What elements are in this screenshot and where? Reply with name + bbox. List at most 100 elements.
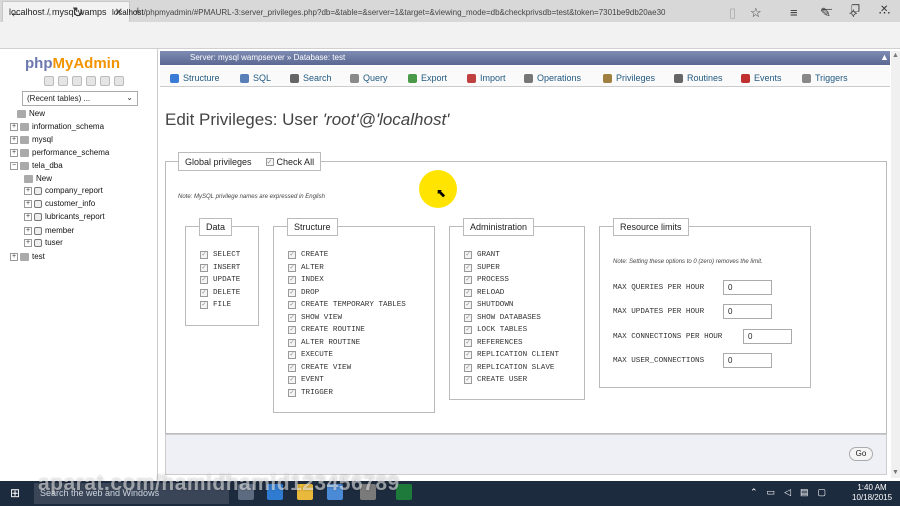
privilege-checkbox[interactable]: ✓ (200, 251, 208, 259)
privilege-checkbox-row[interactable]: ✓ EXECUTE (288, 351, 333, 359)
privilege-checkbox[interactable]: ✓ (200, 276, 208, 284)
privilege-checkbox-row[interactable]: ✓ TRIGGER (288, 388, 333, 397)
expand-icon[interactable]: + (10, 122, 18, 131)
privilege-checkbox-row[interactable]: ✓ CREATE USER (464, 376, 527, 384)
privilege-checkbox-row[interactable]: ✓ FILE (200, 301, 231, 309)
tree-item[interactable]: + tuser (24, 238, 63, 247)
tab-import[interactable]: Import (467, 73, 506, 83)
notifications-icon[interactable]: ▢ (818, 487, 827, 498)
privilege-checkbox[interactable]: ✓ (464, 376, 472, 384)
privilege-checkbox-row[interactable]: ✓ INDEX (288, 276, 324, 284)
privilege-checkbox-row[interactable]: ✓ ALTER (288, 263, 324, 272)
page-scrollbar[interactable] (891, 51, 900, 478)
scroll-down-icon[interactable]: ▼ (892, 469, 899, 476)
privilege-checkbox[interactable]: ✓ (288, 363, 296, 372)
tab-sql[interactable]: SQL (240, 73, 271, 83)
tree-item[interactable]: New (17, 109, 45, 118)
expand-icon[interactable]: + (10, 148, 18, 157)
privilege-checkbox[interactable]: ✓ (464, 276, 472, 284)
privilege-checkbox-row[interactable]: ✓ CREATE TEMPORARY TABLES (288, 301, 406, 309)
back-icon[interactable]: ← (9, 4, 23, 20)
tab-search[interactable]: Search (290, 73, 332, 83)
check-all-toggle[interactable]: ✓ Check All (265, 157, 314, 167)
privilege-checkbox[interactable]: ✓ (288, 388, 296, 397)
tree-item[interactable]: − tela_dba (10, 161, 63, 170)
tree-item[interactable]: + information_schema (10, 122, 104, 131)
privilege-checkbox[interactable]: ✓ (200, 288, 208, 297)
privilege-checkbox[interactable]: ✓ (464, 351, 472, 359)
collapse-icon[interactable]: − (10, 161, 18, 170)
tab-routines[interactable]: Routines (674, 73, 723, 83)
hub-icon[interactable]: ≡ (790, 5, 798, 20)
privilege-checkbox-row[interactable]: ✓ RELOAD (464, 288, 504, 297)
privilege-checkbox[interactable]: ✓ (288, 263, 296, 272)
privilege-checkbox[interactable]: ✓ (464, 363, 472, 372)
privilege-checkbox-row[interactable]: ✓ GRANT (464, 251, 500, 259)
privilege-checkbox-row[interactable]: ✓ PROCESS (464, 276, 509, 284)
privilege-checkbox[interactable]: ✓ (288, 326, 296, 334)
expand-icon[interactable]: + (24, 186, 32, 195)
resource-limit-input[interactable]: 0 (723, 353, 772, 368)
expand-icon[interactable]: + (24, 212, 32, 221)
privilege-checkbox[interactable]: ✓ (288, 288, 296, 297)
privilege-checkbox-row[interactable]: ✓ REFERENCES (464, 338, 523, 347)
settings-icon[interactable] (100, 76, 110, 86)
privilege-checkbox-row[interactable]: ✓ SUPER (464, 263, 500, 272)
privilege-checkbox[interactable]: ✓ (288, 276, 296, 284)
privilege-checkbox-row[interactable]: ✓ LOCK TABLES (464, 326, 527, 334)
collapse-icon[interactable]: ▲ (880, 52, 889, 62)
expand-icon[interactable]: + (24, 199, 32, 208)
resource-limit-input[interactable]: 0 (743, 329, 792, 344)
resource-limit-input[interactable]: 0 (723, 280, 772, 295)
phpmyadmin-logo[interactable]: phpMyAdmin (25, 55, 120, 72)
expand-icon[interactable]: + (10, 252, 18, 261)
privilege-checkbox-row[interactable]: ✓ SHOW VIEW (288, 313, 342, 322)
taskbar-clock[interactable]: 1:40 AM 10/18/2015 (852, 483, 892, 503)
tree-item[interactable]: New (24, 174, 52, 183)
privilege-checkbox[interactable]: ✓ (464, 313, 472, 322)
privilege-checkbox-row[interactable]: ✓ SHUTDOWN (464, 301, 513, 309)
check-all-checkbox[interactable]: ✓ (265, 157, 274, 166)
privilege-checkbox-row[interactable]: ✓ REPLICATION CLIENT (464, 351, 559, 359)
privilege-checkbox[interactable]: ✓ (464, 251, 472, 259)
privilege-checkbox[interactable]: ✓ (288, 251, 296, 259)
docs-icon[interactable] (86, 76, 96, 86)
expand-icon[interactable]: + (10, 135, 18, 144)
tab-triggers[interactable]: Triggers (802, 73, 848, 83)
reading-view-icon[interactable]: ▯ (729, 5, 736, 21)
privilege-checkbox-row[interactable]: ✓ DROP (288, 288, 319, 297)
network-icon[interactable]: ▭ (767, 487, 776, 498)
privilege-checkbox-row[interactable]: ✓ UPDATE (200, 276, 240, 284)
logout-icon[interactable] (58, 76, 68, 86)
privilege-checkbox[interactable]: ✓ (200, 301, 208, 309)
recent-tables-select[interactable]: (Recent tables) ... ⌄ (22, 91, 138, 106)
tree-item[interactable]: + lubricants_report (24, 212, 105, 221)
tab-structure[interactable]: Structure (170, 73, 220, 83)
privilege-checkbox-row[interactable]: ✓ DELETE (200, 288, 240, 297)
reload-icon[interactable] (114, 76, 124, 86)
privilege-checkbox-row[interactable]: ✓ INSERT (200, 263, 240, 272)
help-icon[interactable] (72, 76, 82, 86)
privilege-checkbox-row[interactable]: ✓ REPLICATION SLAVE (464, 363, 554, 372)
tab-query[interactable]: Query (350, 73, 388, 83)
privilege-checkbox[interactable]: ✓ (288, 351, 296, 359)
privilege-checkbox[interactable]: ✓ (288, 338, 296, 347)
expand-icon[interactable]: + (24, 226, 32, 235)
volume-icon[interactable]: ◁ (784, 487, 791, 498)
keyboard-icon[interactable]: ▤ (800, 487, 809, 498)
refresh-icon[interactable]: ↻ (72, 4, 84, 21)
address-bar[interactable]: localhost/phpmyadmin/#PMAURL-3:server_pr… (112, 8, 722, 17)
tree-item[interactable]: + customer_info (24, 199, 95, 208)
privilege-checkbox[interactable]: ✓ (288, 376, 296, 384)
go-button[interactable]: Go (849, 447, 873, 461)
privilege-checkbox-row[interactable]: ✓ ALTER ROUTINE (288, 338, 360, 347)
more-icon[interactable]: ⋯ (878, 5, 891, 21)
tree-item[interactable]: + mysql (10, 135, 53, 144)
privilege-checkbox[interactable]: ✓ (464, 326, 472, 334)
breadcrumb-server[interactable]: Server: mysql wampserver (190, 53, 285, 62)
web-note-icon[interactable]: ✎ (820, 5, 831, 21)
tree-item[interactable]: + member (24, 226, 74, 235)
breadcrumb-database[interactable]: Database: test (294, 53, 346, 62)
privilege-checkbox[interactable]: ✓ (200, 263, 208, 272)
privilege-checkbox-row[interactable]: ✓ SHOW DATABASES (464, 313, 541, 322)
